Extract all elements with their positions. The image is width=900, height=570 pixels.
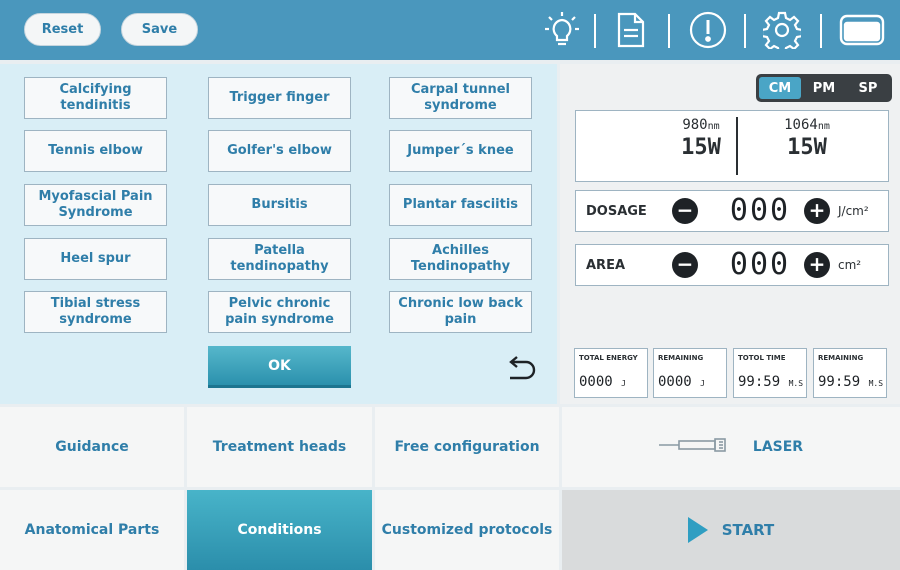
mode-selector: CM PM SP (756, 74, 892, 102)
header-divider (744, 14, 746, 48)
start-button[interactable]: START (562, 490, 900, 570)
condition-button[interactable]: Plantar fasciitis (389, 184, 532, 226)
area-minus-button[interactable]: − (672, 252, 698, 278)
condition-button[interactable]: Chronic low back pain (389, 291, 532, 333)
mode-pm[interactable]: PM (803, 77, 845, 99)
area-value: 000 (729, 247, 791, 282)
mode-sp[interactable]: SP (847, 77, 889, 99)
condition-button[interactable]: Patella tendinopathy (208, 238, 351, 280)
header-divider (668, 14, 670, 48)
tab-guidance[interactable]: Guidance (0, 407, 184, 487)
tab-anatomical-parts[interactable]: Anatomical Parts (0, 490, 184, 570)
save-button[interactable]: Save (121, 13, 198, 46)
condition-button[interactable]: Pelvic chronic pain syndrome (208, 291, 351, 333)
condition-button[interactable]: Tibial stress syndrome (24, 291, 167, 333)
condition-button[interactable]: Carpal tunnel syndrome (389, 77, 532, 119)
dosage-unit: J/cm² (838, 204, 869, 218)
area-label: AREA (586, 258, 626, 273)
condition-button[interactable]: Bursitis (208, 184, 351, 226)
tab-treatment-heads[interactable]: Treatment heads (187, 407, 372, 487)
mode-cm[interactable]: CM (759, 77, 801, 99)
area-plus-button[interactable]: + (804, 252, 830, 278)
tab-customized-protocols[interactable]: Customized protocols (375, 490, 559, 570)
lightbulb-icon[interactable] (542, 10, 582, 50)
condition-button[interactable]: Trigger finger (208, 77, 351, 119)
tab-conditions[interactable]: Conditions (187, 490, 372, 570)
alert-icon[interactable] (688, 10, 728, 50)
dosage-value: 000 (729, 193, 791, 228)
dosage-row: DOSAGE − 000 + J/cm² (575, 190, 889, 232)
back-icon[interactable] (500, 354, 540, 384)
condition-button[interactable]: Achilles Tendinopathy (389, 238, 532, 280)
condition-button[interactable]: Tennis elbow (24, 130, 167, 172)
laser-handpiece-icon (658, 437, 739, 457)
laser-label: LASER (752, 439, 804, 455)
laser-tab[interactable]: LASER (562, 407, 900, 487)
conditions-panel: Calcifying tendinitis Trigger finger Car… (0, 64, 557, 404)
start-label: START (721, 521, 775, 539)
document-icon[interactable] (611, 10, 651, 50)
total-energy-stat: TOTAL ENERGY 0000 J (574, 348, 648, 398)
dosage-plus-button[interactable]: + (804, 198, 830, 224)
total-time-stat: TOTOL TIME 99:59 M.S (733, 348, 807, 398)
dosage-minus-button[interactable]: − (672, 198, 698, 224)
laser-settings-panel: CM PM SP 980nm 15W 1064nm 15W DOSAGE − 0… (560, 64, 900, 404)
condition-button[interactable]: Golfer's elbow (208, 130, 351, 172)
reset-button[interactable]: Reset (24, 13, 101, 46)
ok-button[interactable]: OK (208, 346, 351, 388)
header-divider (594, 14, 596, 48)
condition-button[interactable]: Myofascial Pain Syndrome (24, 184, 167, 226)
condition-button[interactable]: Jumper´s knee (389, 130, 532, 172)
power-divider (736, 117, 738, 175)
power-display: 980nm 15W 1064nm 15W (575, 110, 889, 182)
area-unit: cm² (838, 258, 862, 272)
condition-button[interactable]: Heel spur (24, 238, 167, 280)
gear-icon[interactable] (762, 10, 802, 50)
wavelength-980[interactable]: 980nm 15W (646, 117, 756, 160)
condition-button[interactable]: Calcifying tendinitis (24, 77, 167, 119)
display-icon[interactable] (838, 10, 886, 50)
remaining-time-stat: REMAINING 99:59 M.S (813, 348, 887, 398)
header-divider (820, 14, 822, 48)
remaining-energy-stat: REMAINING 0000 J (653, 348, 727, 398)
play-icon (687, 517, 708, 543)
wavelength-1064[interactable]: 1064nm 15W (752, 117, 862, 160)
area-row: AREA − 000 + cm² (575, 244, 889, 286)
top-bar: Reset Save (0, 0, 900, 60)
tab-free-configuration[interactable]: Free configuration (375, 407, 559, 487)
dosage-label: DOSAGE (586, 204, 647, 219)
